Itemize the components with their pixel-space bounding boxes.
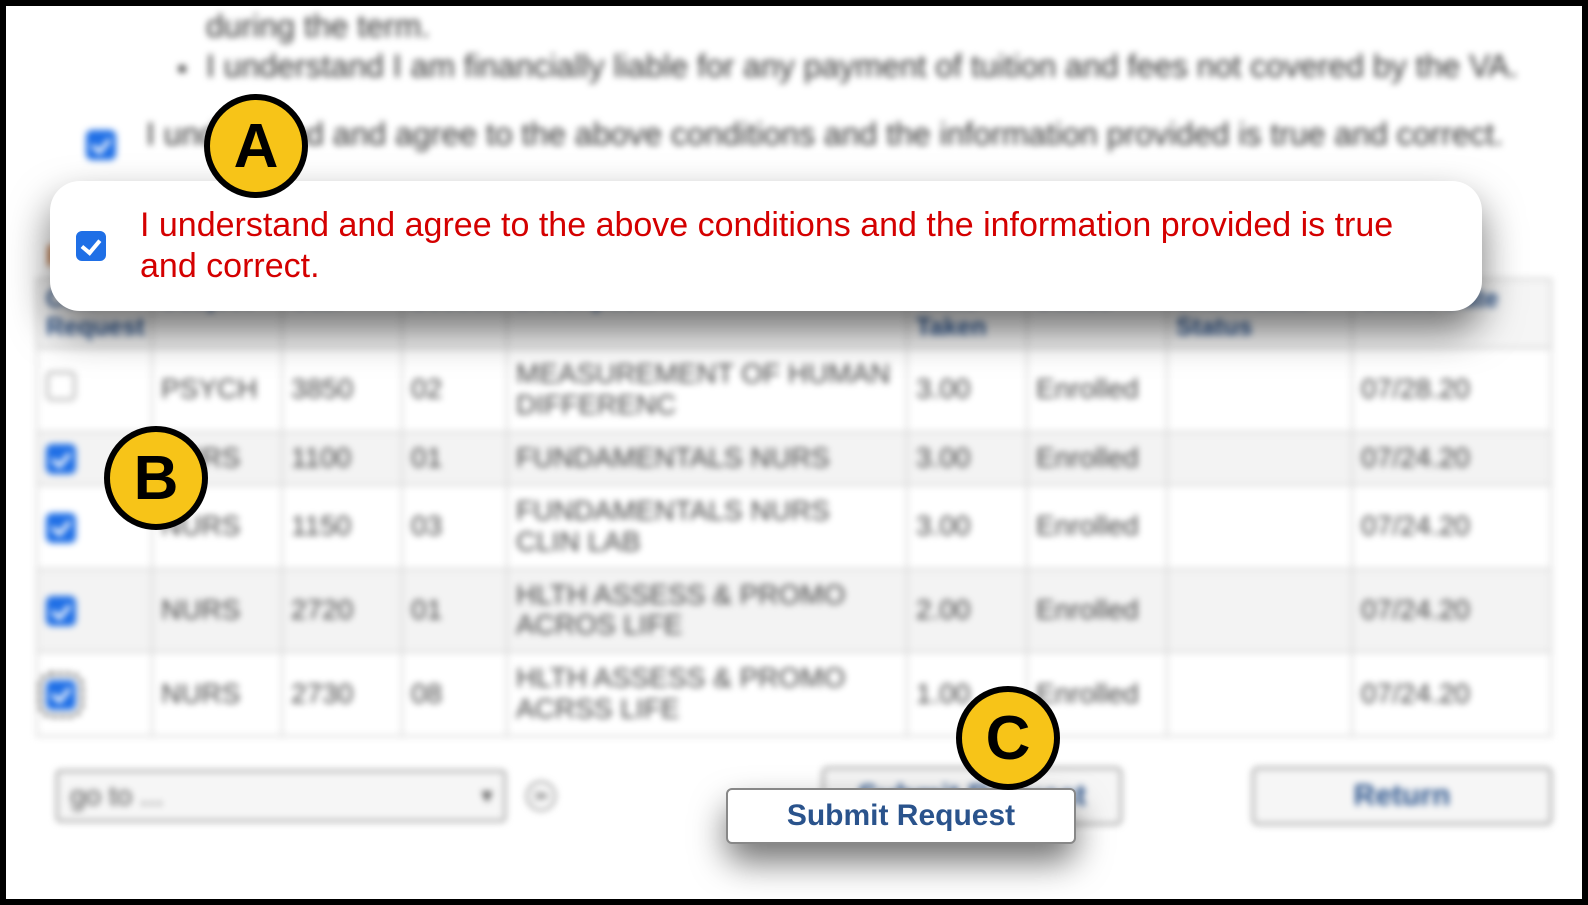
- chevron-down-icon: ▾: [482, 783, 492, 808]
- cell-subject: NURS: [152, 569, 282, 653]
- cell-date: 07/24.20: [1352, 432, 1551, 486]
- marker-c: C: [956, 686, 1060, 790]
- cell-subject: NURS: [152, 652, 282, 736]
- table-row: NURS272001HLTH ASSESS & PROMO ACROS LIFE…: [37, 569, 1551, 653]
- cell-cat: 3850: [282, 348, 402, 432]
- agreement-callout: I understand and agree to the above cond…: [50, 181, 1482, 311]
- cell-units: 2.00: [907, 569, 1027, 653]
- cell-section: 02: [402, 348, 507, 432]
- marker-b: B: [104, 426, 208, 530]
- terms-list: during the term. I understand I am finan…: [36, 6, 1552, 86]
- cell-desc: HLTH ASSESS & PROMO ACROS LIFE: [507, 569, 907, 653]
- cell-section: 03: [402, 485, 507, 569]
- cell-withdrawal: [1167, 432, 1352, 486]
- goto-label: go to ...: [70, 780, 163, 812]
- terms-line-liability: I understand I am financially liable for…: [206, 46, 1552, 86]
- goto-go-button[interactable]: ≫: [526, 781, 556, 811]
- cell-status: Enrolled: [1027, 348, 1167, 432]
- terms-line-continuation: during the term.: [206, 6, 1552, 46]
- agreement-text: I understand and agree to the above cond…: [146, 116, 1503, 153]
- cert-request-checkbox[interactable]: [46, 371, 76, 401]
- agreement-text-sharp: I understand and agree to the above cond…: [140, 205, 1456, 287]
- table-row: NURS110001FUNDAMENTALS NURS3.00Enrolled0…: [37, 432, 1551, 486]
- cell-subject: PSYCH: [152, 348, 282, 432]
- cell-status: Enrolled: [1027, 485, 1167, 569]
- cell-date: 07/28.20: [1352, 348, 1551, 432]
- cell-date: 07/24.20: [1352, 652, 1551, 736]
- cell-status: Enrolled: [1027, 569, 1167, 653]
- cell-desc: MEASUREMENT OF HUMAN DIFFERENC: [507, 348, 907, 432]
- cell-units: 3.00: [907, 432, 1027, 486]
- cell-withdrawal: [1167, 569, 1352, 653]
- cell-date: 07/24.20: [1352, 569, 1551, 653]
- agreement-checkbox-sharp[interactable]: [76, 231, 106, 261]
- submit-callout: Submit Request: [726, 788, 1076, 844]
- certification-table: Cert Request Subject Cat# Section Descri…: [36, 278, 1552, 737]
- cell-section: 01: [402, 569, 507, 653]
- cert-request-checkbox[interactable]: [46, 513, 76, 543]
- cell-withdrawal: [1167, 348, 1352, 432]
- cell-desc: FUNDAMENTALS NURS CLIN LAB: [507, 485, 907, 569]
- cert-request-checkbox[interactable]: [46, 680, 76, 710]
- table-row: PSYCH385002MEASUREMENT OF HUMAN DIFFEREN…: [37, 348, 1551, 432]
- cell-withdrawal: [1167, 485, 1352, 569]
- cell-date: 07/24.20: [1352, 485, 1551, 569]
- cell-cat: 2730: [282, 652, 402, 736]
- cert-request-checkbox[interactable]: [46, 596, 76, 626]
- agreement-checkbox[interactable]: [86, 130, 116, 160]
- cell-cat: 2720: [282, 569, 402, 653]
- cell-desc: HLTH ASSESS & PROMO ACRSS LIFE: [507, 652, 907, 736]
- submit-request-button[interactable]: Submit Request: [726, 788, 1076, 844]
- marker-a: A: [204, 94, 308, 198]
- cell-cat: 1150: [282, 485, 402, 569]
- cert-request-checkbox[interactable]: [46, 444, 76, 474]
- screenshot-frame: during the term. I understand I am finan…: [0, 0, 1588, 905]
- cell-cat: 1100: [282, 432, 402, 486]
- cell-section: 01: [402, 432, 507, 486]
- cell-withdrawal: [1167, 652, 1352, 736]
- goto-dropdown[interactable]: go to ... ▾: [56, 770, 506, 822]
- cell-desc: FUNDAMENTALS NURS: [507, 432, 907, 486]
- return-button[interactable]: Return: [1252, 767, 1552, 825]
- cell-status: Enrolled: [1027, 432, 1167, 486]
- cell-units: 3.00: [907, 348, 1027, 432]
- table-row: NURS273008HLTH ASSESS & PROMO ACRSS LIFE…: [37, 652, 1551, 736]
- cell-units: 3.00: [907, 485, 1027, 569]
- table-row: NURS115003FUNDAMENTALS NURS CLIN LAB3.00…: [37, 485, 1551, 569]
- cell-section: 08: [402, 652, 507, 736]
